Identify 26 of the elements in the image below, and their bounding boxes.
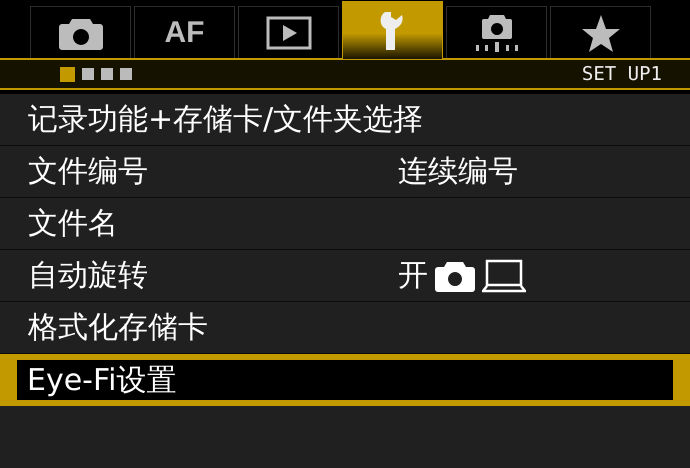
item-label: 格式化存储卡	[28, 309, 209, 347]
item-label: Eye-Fi设置	[27, 362, 178, 400]
menu-item[interactable]: Eye-Fi设置	[0, 354, 690, 406]
page-indicator[interactable]	[60, 66, 75, 82]
menu-tab[interactable]	[238, 6, 339, 58]
camera-dots-icon	[474, 12, 520, 52]
item-label: 自动旋转	[28, 257, 149, 295]
item-value: 连续编号	[398, 153, 518, 191]
menu-tab[interactable]	[342, 1, 443, 59]
item-label: 记录功能+存储卡/文件夹选择	[28, 101, 424, 139]
menu-tab[interactable]	[446, 6, 547, 58]
star-icon	[580, 14, 620, 52]
menu-tab[interactable]	[30, 6, 131, 58]
item-label: 文件编号	[28, 153, 149, 191]
item-label: 文件名	[28, 205, 119, 243]
menu-tab[interactable]: AF	[134, 6, 235, 58]
page-title: SET UP1	[582, 63, 662, 85]
menu-item[interactable]: 记录功能+存储卡/文件夹选择	[0, 94, 690, 146]
laptop-icon	[482, 258, 526, 292]
menu-item[interactable]: 文件编号 连续编号	[0, 146, 690, 198]
menu-tab[interactable]	[550, 6, 651, 58]
menu-item[interactable]: 文件名	[0, 198, 690, 250]
playback-icon	[266, 16, 312, 50]
camera-icon	[434, 260, 476, 292]
menu-item[interactable]: 自动旋转 开	[0, 250, 690, 302]
item-value: 开	[398, 257, 428, 295]
